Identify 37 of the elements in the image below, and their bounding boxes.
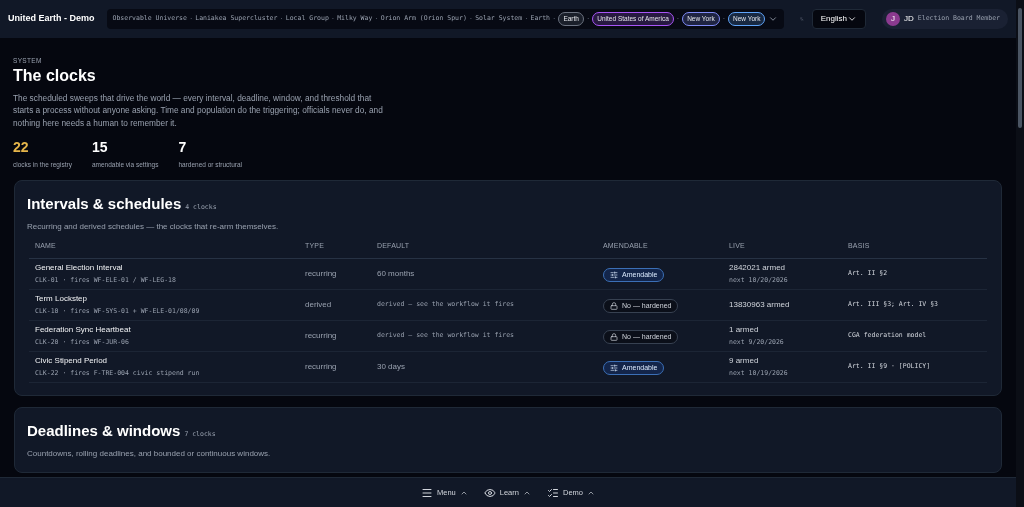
page-title: The clocks xyxy=(13,65,97,86)
live-count: 2842021 armed xyxy=(729,261,787,274)
clock-type: recurring xyxy=(305,360,338,373)
clock-type: derived xyxy=(305,298,333,311)
default-value: 60 months xyxy=(377,267,416,280)
sliders-icon xyxy=(610,363,618,372)
clock-name: Federation Sync Heartbeat xyxy=(35,323,132,336)
stat-value: 7 xyxy=(178,138,188,158)
clock-type: recurring xyxy=(305,267,338,280)
section-title: Deadlines & windows xyxy=(27,420,181,441)
lock-icon xyxy=(610,332,618,341)
section-description: Countdowns, rolling deadlines, and bounded or continuous windows. xyxy=(27,448,272,461)
live-count: 13830963 armed xyxy=(729,298,791,311)
clock-name: Term Lockstep xyxy=(35,292,89,305)
sliders-icon xyxy=(610,270,618,279)
default-value: 30 days xyxy=(377,360,407,373)
checklist-icon xyxy=(546,486,559,499)
language-select[interactable]: English xyxy=(811,9,867,29)
clock-type: recurring xyxy=(305,329,338,342)
menu-icon xyxy=(421,486,433,499)
chevron-down-icon[interactable] xyxy=(768,14,779,24)
section-description: Recurring and derived schedules — the clocks that re-arm themselves. xyxy=(27,221,280,234)
live-count: 9 armed xyxy=(729,354,760,367)
chevron-down-icon xyxy=(847,14,858,24)
app-title: United Earth - Demo xyxy=(8,12,95,26)
lock-icon xyxy=(610,301,618,310)
live-count: 1 armed xyxy=(729,323,760,336)
scrollbar[interactable] xyxy=(1016,0,1024,507)
stat-value: 15 xyxy=(91,138,109,158)
user-avatar: J xyxy=(886,12,901,26)
page-description: The scheduled sweeps that drive the world — every interval, deadline, window, and threshold that starts a process without anyone asking. Time and population do the triggering; officials never do, and nothing here needs a human to remember it. xyxy=(13,91,384,130)
eye-icon xyxy=(483,486,496,499)
clock-name: General Election Interval xyxy=(35,261,124,274)
user-initials: JD xyxy=(904,13,914,25)
section-title: Intervals & schedules xyxy=(27,193,182,214)
clock-name: Civic Stipend Period xyxy=(35,354,109,367)
stat-value: 22 xyxy=(13,138,30,158)
